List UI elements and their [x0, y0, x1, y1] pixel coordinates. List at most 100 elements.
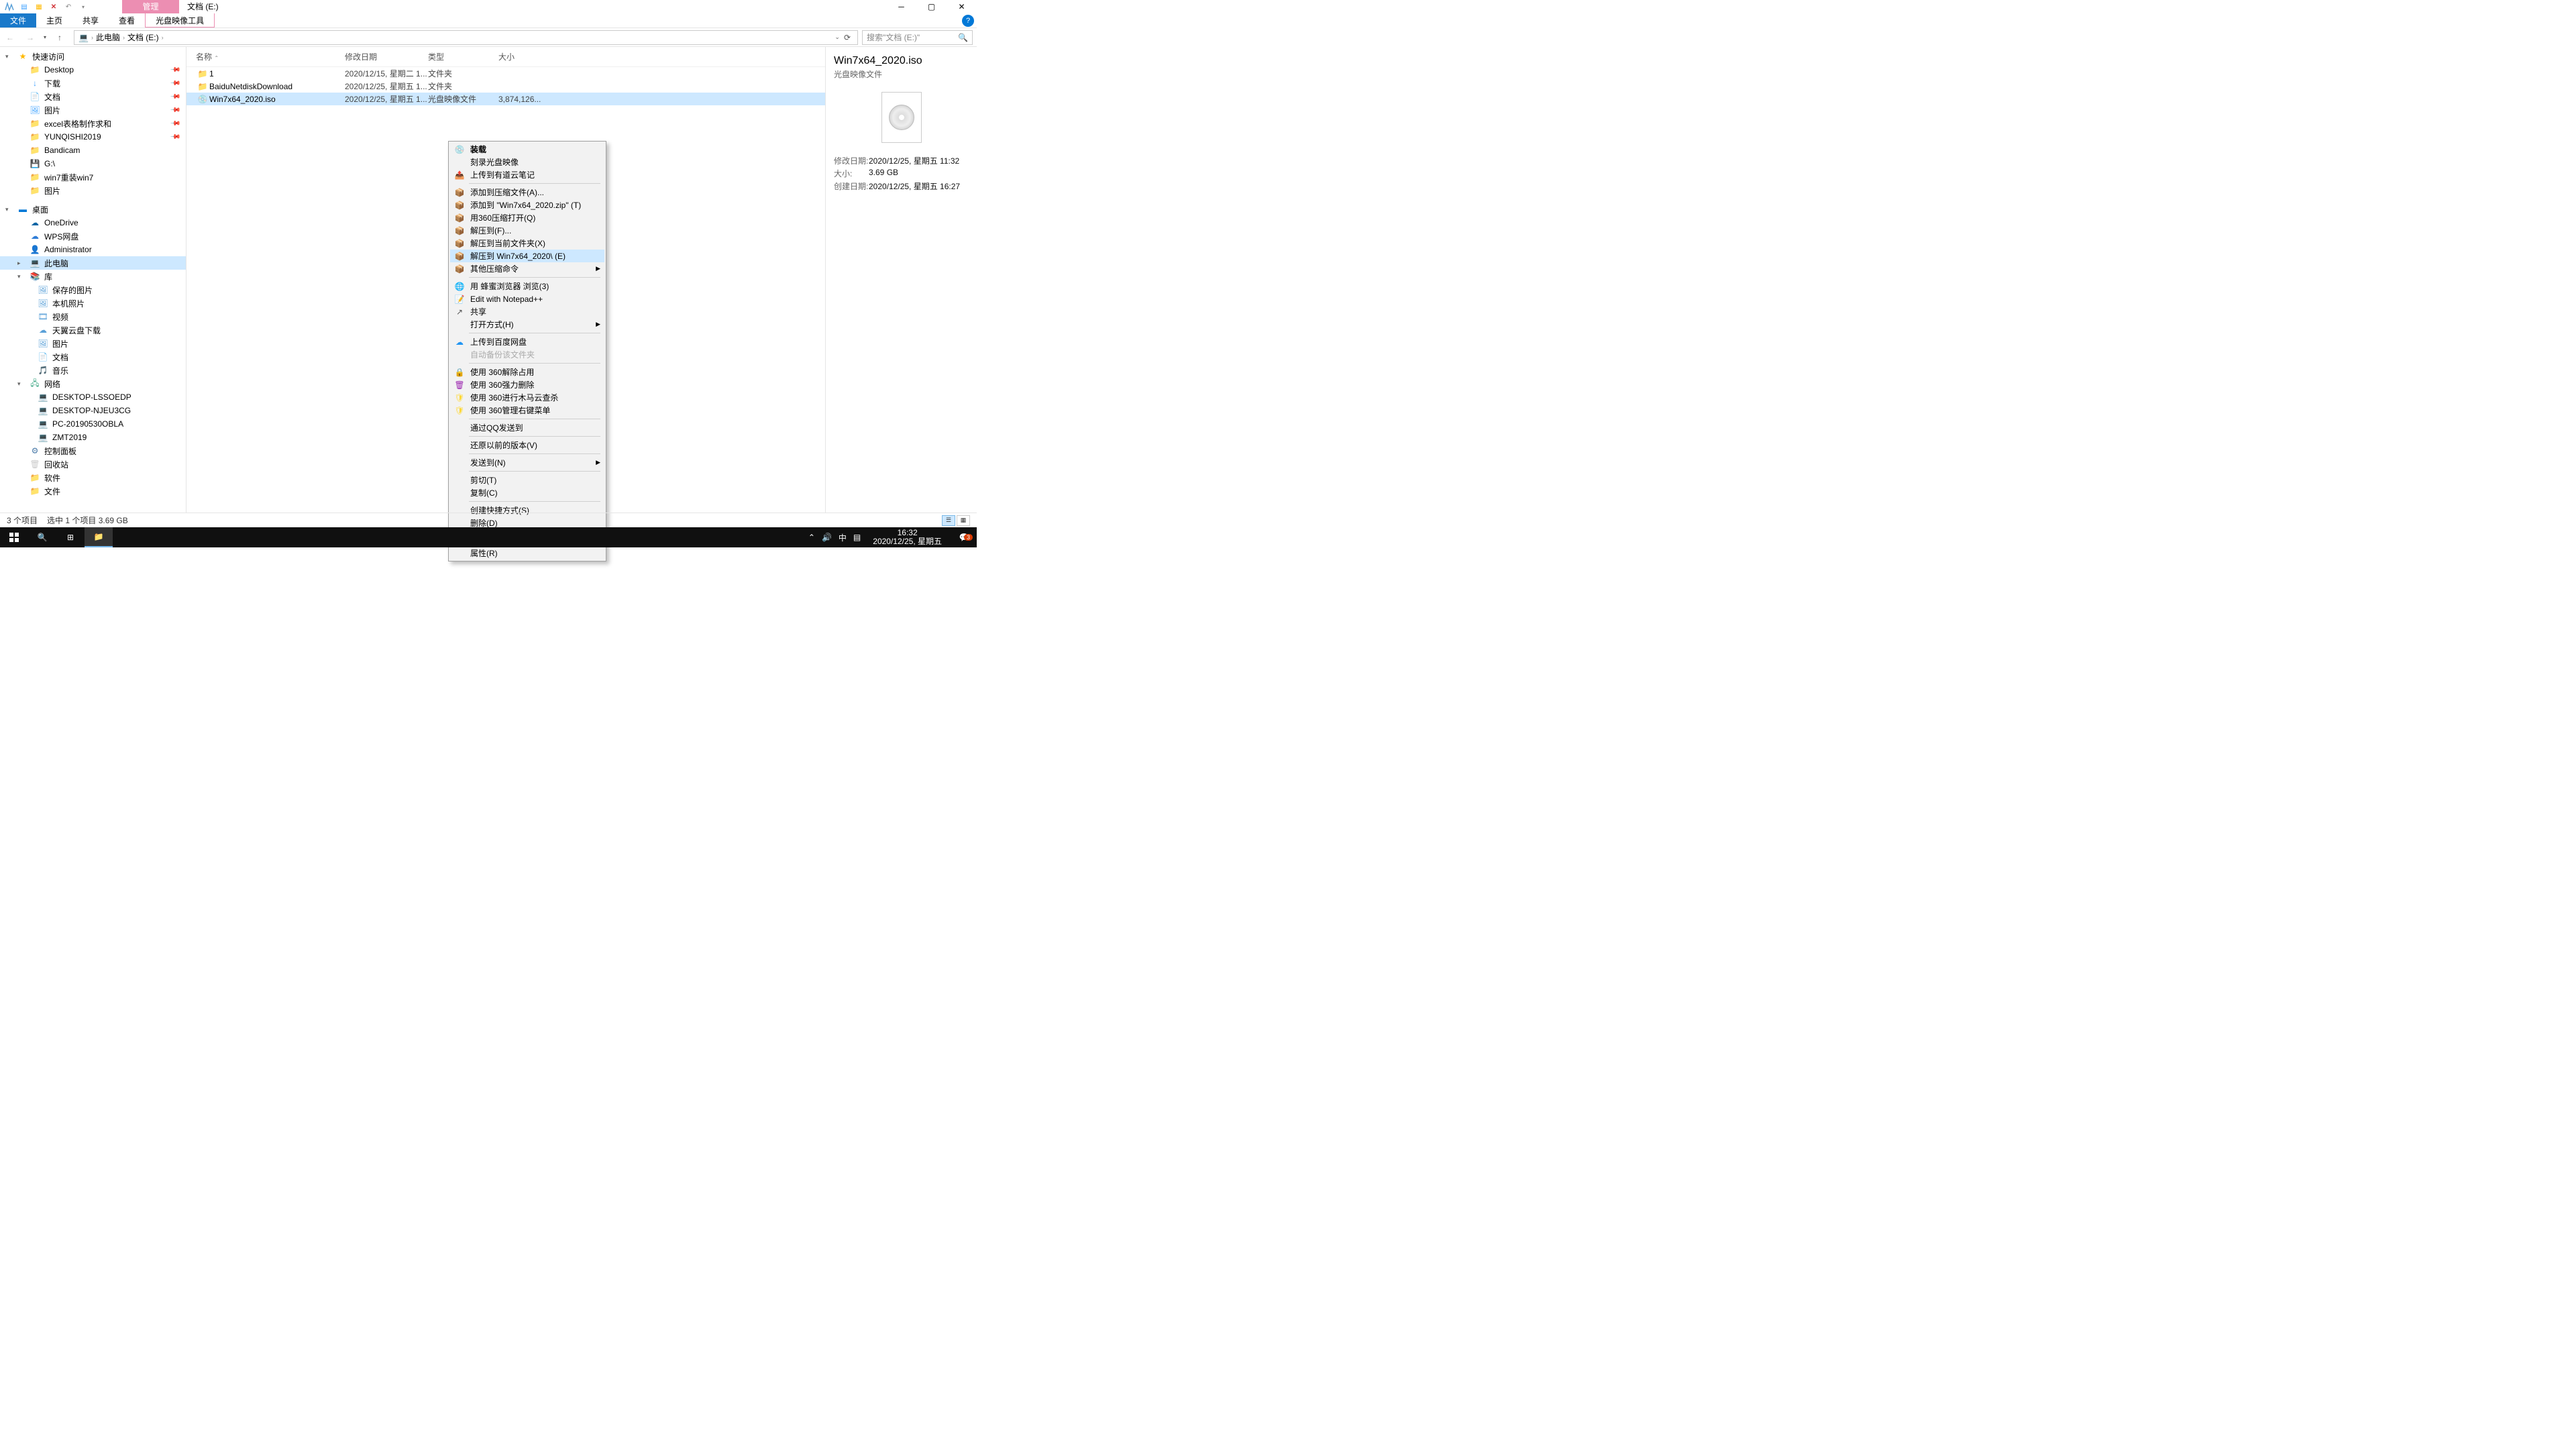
action-center-button[interactable]: 💬3 [954, 533, 974, 542]
tree-item[interactable]: 📁Desktop📌 [0, 63, 186, 76]
tree-item[interactable]: 🖼图片📌 [0, 103, 186, 117]
column-header-modified[interactable]: 修改日期 [345, 51, 428, 62]
volume-icon[interactable]: 🔊 [822, 533, 832, 542]
ribbon-tab-home[interactable]: 主页 [36, 13, 72, 28]
tree-item[interactable]: ▾★快速访问 [0, 50, 186, 63]
tree-item[interactable]: 📄文档📌 [0, 90, 186, 103]
breadcrumb[interactable]: 文档 (E:) [127, 32, 159, 43]
tree-expand-icon[interactable]: ▾ [5, 206, 13, 213]
app-icon[interactable] [3, 1, 16, 13]
start-button[interactable] [0, 527, 28, 547]
context-menu-item[interactable]: 🗑使用 360强力删除 [450, 378, 604, 391]
tree-item[interactable]: ↓下载📌 [0, 76, 186, 90]
view-details-button[interactable]: ☰ [942, 515, 955, 526]
context-menu-item[interactable]: 📦其他压缩命令▶ [450, 262, 604, 275]
ribbon-tab-share[interactable]: 共享 [72, 13, 109, 28]
qat-undo-icon[interactable]: ↶ [62, 1, 75, 13]
tree-item[interactable]: 📁图片 [0, 184, 186, 197]
qat-delete-icon[interactable]: ✕ [47, 1, 60, 13]
context-menu-item[interactable]: 🛡使用 360进行木马云查杀 [450, 391, 604, 404]
tree-expand-icon[interactable]: ▸ [17, 260, 25, 267]
tree-item[interactable]: 📄文档 [0, 350, 186, 364]
search-icon[interactable]: 🔍 [958, 33, 968, 42]
ribbon-tab-view[interactable]: 查看 [109, 13, 145, 28]
tree-item[interactable]: 💻DESKTOP-NJEU3CG [0, 404, 186, 417]
breadcrumb[interactable]: 此电脑 [96, 32, 120, 43]
tree-item[interactable]: ▾🖧网络 [0, 377, 186, 390]
context-menu-item[interactable]: 🌐用 蜂蜜浏览器 浏览(3) [450, 280, 604, 292]
context-menu-item[interactable]: 📦解压到(F)... [450, 224, 604, 237]
tree-item[interactable]: ▾▬桌面 [0, 203, 186, 216]
context-menu-item[interactable]: 🛡使用 360管理右键菜单 [450, 404, 604, 417]
context-menu-item[interactable]: 📦添加到压缩文件(A)... [450, 186, 604, 199]
context-menu-item[interactable]: 刻录光盘映像 [450, 156, 604, 168]
address-dropdown-icon[interactable]: ⌄ [835, 34, 840, 41]
taskbar-explorer-button[interactable]: 📁 [85, 527, 113, 547]
context-menu-item[interactable]: 📦解压到当前文件夹(X) [450, 237, 604, 250]
tray-app-icon[interactable]: ▤ [853, 533, 861, 542]
tree-item[interactable]: 🖼图片 [0, 337, 186, 350]
nav-back-button[interactable]: ← [0, 33, 20, 42]
context-menu-item[interactable]: 📦解压到 Win7x64_2020\ (E) [450, 250, 604, 262]
tree-item[interactable]: ☁WPS网盘 [0, 229, 186, 243]
tree-item[interactable]: 🎞视频 [0, 310, 186, 323]
ribbon-tab-file[interactable]: 文件 [0, 13, 36, 28]
nav-recent-dropdown[interactable]: ▾ [40, 34, 50, 40]
view-thumbnails-button[interactable]: ▦ [957, 515, 970, 526]
minimize-button[interactable]: ─ [886, 0, 916, 13]
tree-expand-icon[interactable]: ▾ [17, 273, 25, 280]
nav-forward-button[interactable]: → [20, 33, 40, 42]
context-menu-item[interactable]: ☁上传到百度网盘 [450, 335, 604, 348]
context-menu-item[interactable]: 🔒使用 360解除占用 [450, 366, 604, 378]
qat-new-folder-icon[interactable]: ▦ [32, 1, 46, 13]
tree-item[interactable]: ▾📚库 [0, 270, 186, 283]
maximize-button[interactable]: ▢ [916, 0, 947, 13]
taskbar-search-button[interactable]: 🔍 [28, 527, 56, 547]
tree-item[interactable]: 💻PC-20190530OBLA [0, 417, 186, 431]
tree-item[interactable]: 👤Administrator [0, 243, 186, 256]
tree-item[interactable]: 🖼本机照片 [0, 297, 186, 310]
context-menu-item[interactable]: 📦用360压缩打开(Q) [450, 211, 604, 224]
refresh-icon[interactable]: ⟳ [844, 33, 851, 42]
qat-customize-icon[interactable]: ▾ [76, 1, 90, 13]
taskbar-clock[interactable]: 16:32 2020/12/25, 星期五 [867, 527, 947, 547]
tree-item[interactable]: ☁OneDrive [0, 216, 186, 229]
context-menu-item[interactable]: 📝Edit with Notepad++ [450, 292, 604, 305]
tree-item[interactable]: 🗑回收站 [0, 458, 186, 471]
tree-item[interactable]: 🎵音乐 [0, 364, 186, 377]
nav-up-button[interactable]: ↑ [50, 33, 70, 42]
tree-item[interactable]: ☁天翼云盘下载 [0, 323, 186, 337]
file-row[interactable]: 📁12020/12/15, 星期二 1...文件夹 [186, 67, 825, 80]
context-menu-item[interactable]: 📦添加到 "Win7x64_2020.zip" (T) [450, 199, 604, 211]
tree-item[interactable]: 📁excel表格制作求和📌 [0, 117, 186, 130]
tree-item[interactable]: ⚙控制面板 [0, 444, 186, 458]
context-menu-item[interactable]: 📤上传到有道云笔记 [450, 168, 604, 181]
file-row[interactable]: 💿Win7x64_2020.iso2020/12/25, 星期五 1...光盘映… [186, 93, 825, 105]
context-menu-item[interactable]: 通过QQ发送到 [450, 421, 604, 434]
help-button[interactable]: ? [962, 15, 974, 27]
context-menu-item[interactable]: 打开方式(H)▶ [450, 318, 604, 331]
column-header-size[interactable]: 大小 [498, 51, 539, 62]
tree-item[interactable]: 💾G:\ [0, 157, 186, 170]
address-bar[interactable]: 💻 › 此电脑 › 文档 (E:) › ⌄ ⟳ [74, 30, 858, 45]
context-menu-item[interactable]: 发送到(N)▶ [450, 456, 604, 469]
search-input[interactable]: 搜索"文档 (E:)" 🔍 [862, 30, 973, 45]
chevron-right-icon[interactable]: › [162, 34, 164, 41]
tray-overflow-icon[interactable]: ⌃ [808, 533, 815, 542]
ribbon-tab-disc-tools[interactable]: 光盘映像工具 [145, 13, 215, 28]
tree-item[interactable]: 📁软件 [0, 471, 186, 484]
tree-item[interactable]: 🖼保存的图片 [0, 283, 186, 297]
context-menu-item[interactable]: 💿装载 [450, 143, 604, 156]
taskview-button[interactable]: ⊞ [56, 527, 85, 547]
column-header-name[interactable]: 名称 ⌃ [196, 51, 345, 62]
tree-expand-icon[interactable]: ▾ [17, 380, 25, 388]
context-menu-item[interactable]: 剪切(T) [450, 474, 604, 486]
tree-item[interactable]: 📁YUNQISHI2019📌 [0, 130, 186, 144]
tree-item[interactable]: ▸💻此电脑 [0, 256, 186, 270]
tree-item[interactable]: 💻ZMT2019 [0, 431, 186, 444]
chevron-right-icon[interactable]: › [123, 34, 125, 41]
context-menu-item[interactable]: 复制(C) [450, 486, 604, 499]
context-menu-item[interactable]: 属性(R) [450, 547, 604, 559]
tree-item[interactable]: 💻DESKTOP-LSSOEDP [0, 390, 186, 404]
tree-item[interactable]: 📁Bandicam [0, 144, 186, 157]
